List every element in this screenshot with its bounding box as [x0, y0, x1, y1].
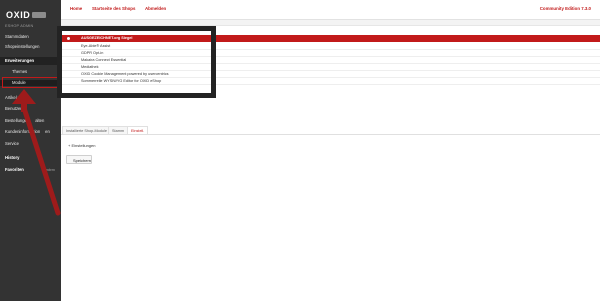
sidebar-item-benutzer[interactable]: Benutzer — [0, 106, 61, 112]
module-row[interactable]: Mediathek — [61, 64, 600, 71]
module-name: Makaira Connect Essential — [81, 58, 127, 62]
module-row[interactable]: OXID Cookie Management powered by userce… — [61, 71, 600, 78]
tab-stamm[interactable]: Stamm — [108, 126, 129, 134]
module-name: AUSGEZEICHNET.org Siegel — [81, 36, 133, 40]
module-name: GDPR Opt-in — [81, 51, 104, 55]
sidebar-item-bestellungen-tail: alten — [35, 118, 45, 123]
sidebar-item-bestellungen-label: Bestellungen — [5, 118, 30, 123]
column-header-active[interactable]: AKTIV — [63, 28, 74, 32]
sidebar-item-service[interactable]: Service — [0, 141, 61, 147]
module-row[interactable]: Makaira Connect Essential — [61, 57, 600, 64]
save-button[interactable]: Speichern — [66, 155, 92, 164]
sidebar-item-favoriten-label: Favoriten — [5, 167, 24, 172]
nav-home-link[interactable]: Home — [70, 6, 82, 11]
nav-shop-start-link[interactable]: Startseite des Shops — [92, 6, 135, 11]
sidebar-item-themes[interactable]: Themes — [0, 69, 61, 75]
sidebar-item-bestellungen[interactable]: Bestellungen alten — [0, 118, 61, 124]
sidebar-item-kundeninformation-label: Kundeninformation — [5, 129, 41, 134]
sidebar-item-kundeninformation[interactable]: Kundeninformation en — [0, 129, 61, 135]
logo-badge-icon — [32, 11, 47, 18]
tab-installed-modules[interactable]: Installierte Shop-Module — [62, 126, 111, 134]
module-list: AKTIV NAME AUSGEZEICHNET.org Siegel Eye-… — [61, 26, 600, 118]
sidebar-item-stammdaten[interactable]: Stammdaten — [0, 34, 61, 40]
sidebar-item-favoriten[interactable]: Favoriten ändern — [0, 167, 61, 173]
module-name: Mediathek — [81, 65, 99, 69]
module-row[interactable]: GDPR Opt-in — [61, 50, 600, 57]
nav-logout-link[interactable]: Abmelden — [145, 6, 166, 11]
module-row[interactable]: AUSGEZEICHNET.org Siegel — [61, 35, 600, 42]
tab-bar: Installierte Shop-Module Stamm Einstell. — [61, 126, 600, 135]
sidebar-item-erweiterungen[interactable]: Erweiterungen — [0, 57, 61, 65]
edition-label: Community Edition 7.3.0 — [539, 6, 591, 11]
active-indicator-icon — [67, 37, 70, 40]
module-row[interactable]: Eye-Able® Assist — [61, 43, 600, 50]
column-header-name[interactable]: NAME — [81, 28, 92, 32]
settings-toggle[interactable]: + Einstellungen — [68, 143, 95, 148]
module-name: OXID Cookie Management powered by userce… — [81, 72, 169, 76]
tab-einstellungen[interactable]: Einstell. — [127, 126, 149, 134]
module-highlight-box — [2, 77, 60, 88]
logo-text: OXID — [6, 9, 31, 20]
oxid-logo[interactable]: OXID — [6, 9, 47, 20]
sidebar-item-shopeinstellungen[interactable]: Shopeinstellungen — [0, 44, 61, 50]
sidebar-item-kundeninformation-tail: en — [45, 129, 50, 134]
top-header: Home Startseite des Shops Abmelden Commu… — [61, 0, 600, 20]
brand-subtitle: ESHOP ADMIN — [5, 24, 34, 28]
module-name: Sommerrelle WYSIWYG Editor for OXID eSho… — [81, 79, 162, 83]
module-row[interactable]: Sommerrelle WYSIWYG Editor for OXID eSho… — [61, 78, 600, 85]
sidebar-item-artikel[interactable]: Artikel ve — [0, 95, 61, 101]
module-name: Eye-Able® Assist — [81, 44, 111, 48]
favoriten-edit-link[interactable]: ändern — [44, 167, 55, 173]
sidebar: OXID ESHOP ADMIN Stammdaten Shopeinstell… — [0, 0, 61, 301]
sidebar-item-history[interactable]: History — [0, 155, 61, 161]
